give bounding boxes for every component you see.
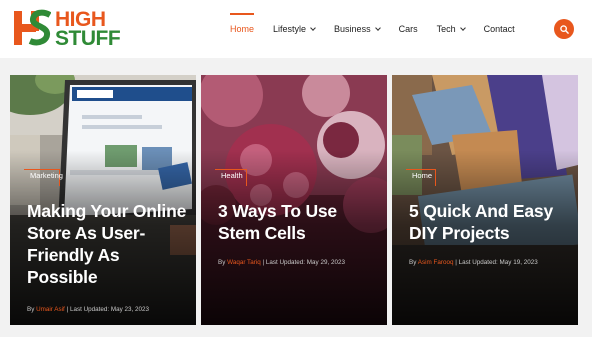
- nav-item-contact[interactable]: Contact: [484, 0, 515, 58]
- category-badge[interactable]: Health: [218, 167, 243, 180]
- nav-item-business[interactable]: Business: [334, 0, 381, 58]
- meta-by: By: [218, 259, 226, 266]
- article-meta: By Umair Asif | Last Updated: May 23, 20…: [27, 306, 149, 313]
- nav-item-cars[interactable]: Cars: [399, 0, 418, 58]
- chevron-down-icon: [459, 24, 466, 31]
- site-logo[interactable]: HIGH STUFF: [13, 9, 123, 49]
- article-title[interactable]: Making Your Online Store As User-Friendl…: [27, 200, 192, 288]
- meta-updated: | Last Updated: May 23, 2023: [66, 306, 150, 313]
- nav-label: Contact: [483, 24, 515, 34]
- meta-by: By: [27, 306, 35, 313]
- meta-updated: | Last Updated: May 19, 2023: [455, 259, 538, 266]
- nav-item-lifestyle[interactable]: Lifestyle: [273, 0, 316, 58]
- article-card[interactable]: Marketing Making Your Online Store As Us…: [10, 75, 196, 325]
- category-badge[interactable]: Marketing: [27, 167, 63, 180]
- nav-item-home[interactable]: Home: [230, 0, 255, 58]
- search-button[interactable]: [554, 19, 574, 39]
- chevron-down-icon: [310, 24, 316, 31]
- meta-by: By: [409, 259, 417, 266]
- nav-item-tech[interactable]: Tech: [436, 0, 466, 58]
- article-card[interactable]: Home 5 Quick And Easy DIY Projects By As…: [392, 75, 578, 325]
- article-title[interactable]: 5 Quick And Easy DIY Projects: [409, 200, 574, 244]
- article-meta: By Asim Farooq | Last Updated: May 19, 2…: [409, 259, 538, 266]
- site-header: HIGH STUFF Home Lifestyle Business Cars …: [0, 0, 592, 58]
- main-nav: Home Lifestyle Business Cars Tech Contac…: [230, 0, 534, 58]
- chevron-down-icon: [374, 24, 381, 31]
- nav-label: Lifestyle: [273, 24, 307, 34]
- category-badge[interactable]: Home: [409, 167, 432, 180]
- logo-stuff: STUFF: [55, 27, 121, 50]
- author-link[interactable]: Waqar Tariq: [227, 259, 261, 266]
- search-icon: [559, 24, 569, 34]
- nav-label: Tech: [436, 24, 456, 34]
- nav-label: Cars: [398, 24, 418, 34]
- meta-updated: | Last Updated: May 29, 2023: [262, 259, 345, 266]
- logo-mark: [14, 9, 51, 46]
- author-link[interactable]: Umair Asif: [36, 306, 65, 313]
- article-title[interactable]: 3 Ways To Use Stem Cells: [218, 200, 383, 244]
- logo-wordmark: HIGH STUFF: [55, 9, 121, 50]
- article-meta: By Waqar Tariq | Last Updated: May 29, 2…: [218, 259, 345, 266]
- author-link[interactable]: Asim Farooq: [418, 259, 454, 266]
- nav-label: Home: [230, 24, 255, 34]
- nav-label: Business: [334, 24, 371, 34]
- article-card[interactable]: Health 3 Ways To Use Stem Cells By Waqar…: [201, 75, 387, 325]
